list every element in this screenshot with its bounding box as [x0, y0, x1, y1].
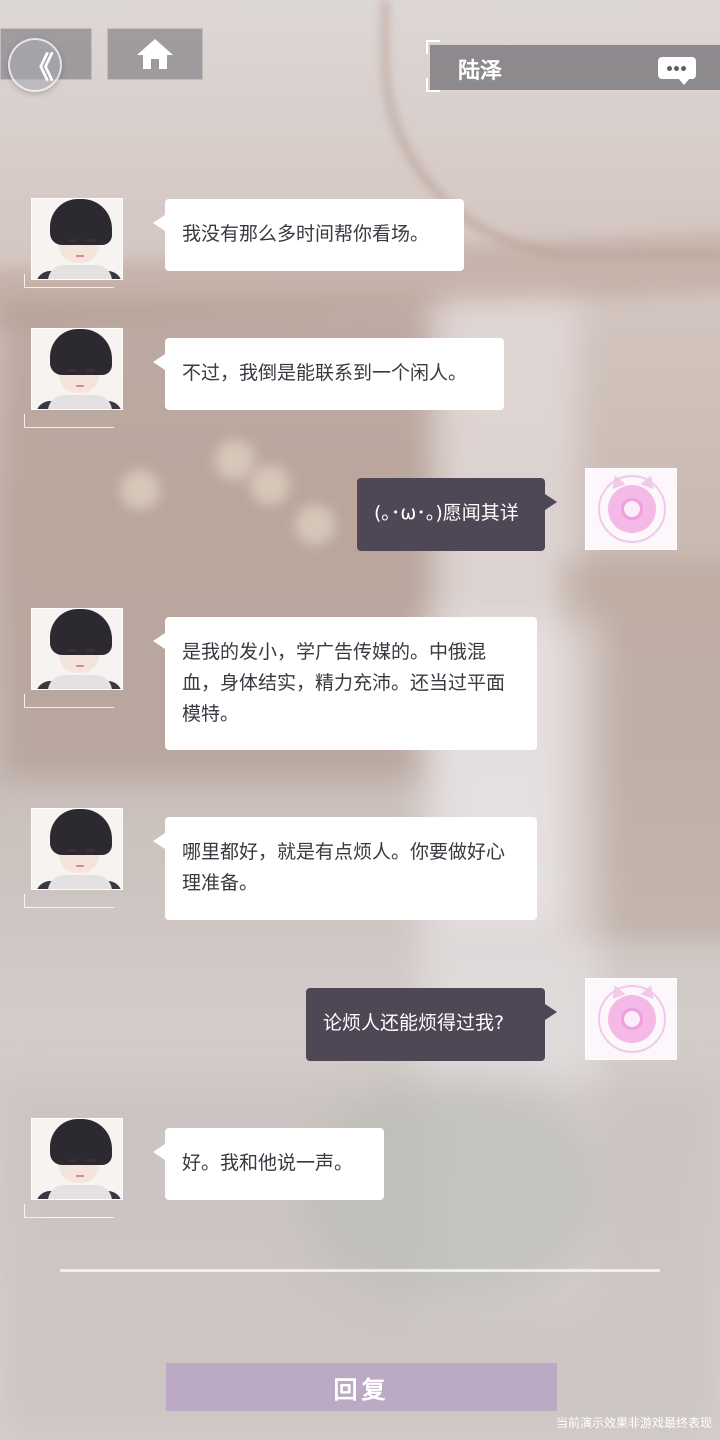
contact-avatar[interactable] — [31, 328, 123, 410]
outgoing-message: 论烦人还能烦得过我? — [306, 988, 557, 1061]
incoming-message: 好。我和他说一声。 — [153, 1128, 384, 1200]
reply-button[interactable]: 回复 — [166, 1363, 557, 1411]
incoming-message: 不过，我倒是能联系到一个闲人。 — [153, 338, 504, 410]
player-avatar[interactable] — [585, 468, 677, 550]
home-icon — [137, 39, 173, 69]
contact-avatar[interactable] — [31, 198, 123, 280]
player-avatar[interactable] — [585, 978, 677, 1060]
home-button[interactable] — [107, 28, 203, 80]
contact-avatar[interactable] — [31, 808, 123, 890]
contact-avatar[interactable] — [31, 1118, 123, 1200]
incoming-message: 我没有那么多时间帮你看场。 — [153, 199, 464, 271]
back-icon[interactable]: 《 — [8, 38, 62, 92]
contact-title-bar: 陆泽 — [430, 44, 720, 90]
contact-avatar[interactable] — [31, 608, 123, 690]
disclaimer-text: 当前演示效果非游戏最终表现 — [555, 1416, 712, 1430]
incoming-message: 哪里都好，就是有点烦人。你要做好心理准备。 — [153, 817, 537, 920]
incoming-message: 是我的发小，学广告传媒的。中俄混血，身体结实，精力充沛。还当过平面模特。 — [153, 617, 537, 750]
contact-name: 陆泽 — [458, 59, 503, 84]
chat-bubble-icon[interactable] — [658, 57, 696, 85]
divider — [60, 1269, 660, 1272]
outgoing-message: (｡･ω･｡)愿闻其详 — [357, 478, 557, 551]
